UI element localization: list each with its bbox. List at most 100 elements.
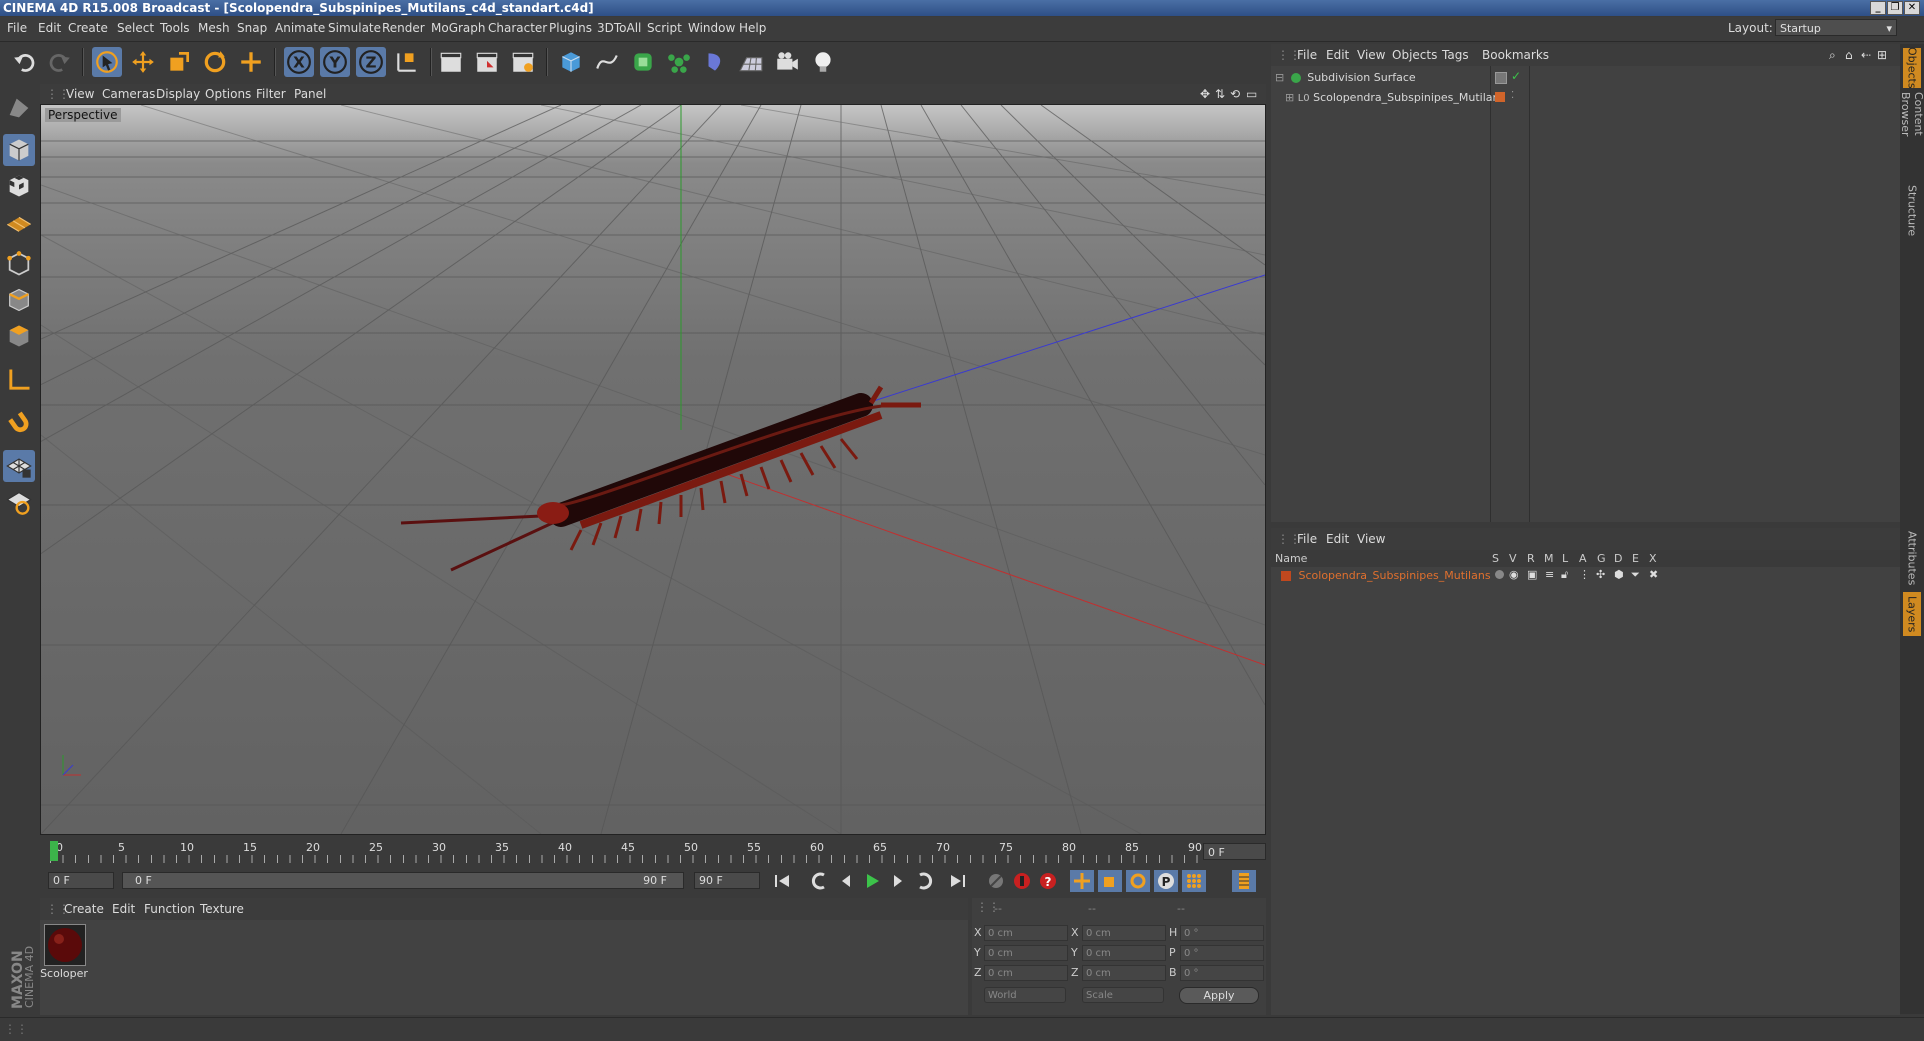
make-editable-button[interactable] bbox=[3, 92, 35, 124]
render-clapper-icon[interactable]: ▣ bbox=[1527, 568, 1537, 581]
menu-edit[interactable]: Edit bbox=[38, 21, 61, 35]
frame-range-slider[interactable]: 0 F 90 F bbox=[122, 872, 684, 889]
add-cube-button[interactable] bbox=[556, 47, 586, 77]
menu-script[interactable]: Script bbox=[647, 21, 682, 35]
scale-dropdown[interactable]: Scale bbox=[1082, 987, 1164, 1003]
playhead[interactable] bbox=[50, 841, 58, 861]
y-axis-button[interactable]: Y bbox=[320, 47, 350, 77]
pos-y-field[interactable]: 0 cm bbox=[984, 945, 1068, 961]
expression-icon[interactable]: ⏷ bbox=[1631, 568, 1640, 582]
start-frame-field[interactable]: 0 F bbox=[48, 872, 114, 889]
animation-icon[interactable]: ⋮ bbox=[1579, 568, 1590, 581]
om-menu-objects[interactable]: Objects bbox=[1392, 48, 1437, 62]
add-floor-button[interactable] bbox=[736, 47, 766, 77]
om-menu-edit[interactable]: Edit bbox=[1326, 48, 1349, 62]
material-menu-create[interactable]: Create bbox=[64, 902, 104, 916]
new-panel-icon[interactable]: ⊞ bbox=[1877, 48, 1887, 62]
key-position-button[interactable] bbox=[1070, 870, 1094, 892]
next-frame-button[interactable] bbox=[886, 870, 910, 892]
rot-p-field[interactable]: 0 ° bbox=[1180, 945, 1264, 961]
solo-dot-icon[interactable] bbox=[1495, 570, 1504, 579]
tree-item-scolopendra[interactable]: ⊞ L0 Scolopendra_Subspinipes_Mutilans bbox=[1285, 91, 1505, 104]
tree-item-subdivision-surface[interactable]: ⊟ Subdivision Surface bbox=[1275, 71, 1416, 84]
material-menu-edit[interactable]: Edit bbox=[112, 902, 135, 916]
go-to-end-button[interactable] bbox=[946, 870, 970, 892]
viewport-rotate-icon[interactable]: ⟲ bbox=[1230, 87, 1240, 101]
redo-button[interactable] bbox=[44, 47, 74, 77]
autokey-button[interactable]: ? bbox=[1036, 870, 1060, 892]
menu-tools[interactable]: Tools bbox=[160, 21, 190, 35]
rot-b-field[interactable]: 0 ° bbox=[1180, 965, 1264, 981]
eye-icon[interactable]: ◉ bbox=[1509, 568, 1519, 581]
viewport-menu-view[interactable]: View bbox=[66, 87, 94, 101]
deformer-icon[interactable]: ⬢ bbox=[1614, 568, 1624, 581]
play-button[interactable] bbox=[860, 870, 884, 892]
tab-structure[interactable]: Structure bbox=[1903, 185, 1921, 236]
layout-select[interactable]: Startup ▾ bbox=[1775, 19, 1897, 36]
viewport-menu-options[interactable]: Options bbox=[205, 87, 251, 101]
prev-key-button[interactable] bbox=[808, 870, 832, 892]
viewport-dolly-icon[interactable]: ⇅ bbox=[1215, 87, 1225, 101]
viewport-menu-cameras[interactable]: Cameras bbox=[102, 87, 155, 101]
back-icon[interactable]: ⇠ bbox=[1861, 48, 1871, 62]
visibility-dots-icon[interactable]: ⁚ bbox=[1511, 90, 1514, 101]
coordinate-system-button[interactable] bbox=[392, 47, 422, 77]
go-to-start-button[interactable] bbox=[770, 870, 794, 892]
minimize-button[interactable]: _ bbox=[1870, 1, 1886, 15]
menu-select[interactable]: Select bbox=[117, 21, 154, 35]
om-menu-view[interactable]: View bbox=[1357, 48, 1385, 62]
x-axis-button[interactable]: X bbox=[284, 47, 314, 77]
menu-simulate[interactable]: Simulate bbox=[328, 21, 381, 35]
menu-character[interactable]: Character bbox=[488, 21, 547, 35]
size-z-field[interactable]: 0 cm bbox=[1082, 965, 1166, 981]
restore-button[interactable]: ❐ bbox=[1887, 1, 1903, 15]
manager-icon[interactable]: ≡ bbox=[1545, 568, 1554, 581]
om-menu-bookmarks[interactable]: Bookmarks bbox=[1482, 48, 1549, 62]
prev-frame-button[interactable] bbox=[834, 870, 858, 892]
current-frame-field[interactable]: 0 F bbox=[1203, 843, 1266, 860]
enabled-check-icon[interactable]: ✓ bbox=[1511, 69, 1521, 83]
menu-mograph[interactable]: MoGraph bbox=[431, 21, 486, 35]
pos-x-field[interactable]: 0 cm bbox=[984, 925, 1068, 941]
live-selection-button[interactable] bbox=[92, 47, 122, 77]
locked-workplane-button[interactable] bbox=[3, 450, 35, 482]
transform-button[interactable] bbox=[236, 47, 266, 77]
workplane-button[interactable] bbox=[3, 206, 35, 238]
add-nurbs-button[interactable] bbox=[628, 47, 658, 77]
search-icon[interactable]: ⌕ bbox=[1829, 48, 1836, 63]
tab-layers[interactable]: Layers bbox=[1903, 592, 1921, 636]
tab-objects[interactable]: Objects bbox=[1903, 47, 1921, 89]
menu-snap[interactable]: Snap bbox=[237, 21, 267, 35]
world-dropdown[interactable]: World bbox=[984, 987, 1066, 1003]
tab-content-browser[interactable]: Content Browser bbox=[1899, 92, 1924, 172]
menu-create[interactable]: Create bbox=[68, 21, 108, 35]
snap-button[interactable] bbox=[3, 406, 35, 438]
xref-icon[interactable]: ✖ bbox=[1649, 568, 1658, 581]
tab-attributes[interactable]: Attributes bbox=[1903, 528, 1921, 588]
add-deformer-button[interactable] bbox=[700, 47, 730, 77]
key-scale-button[interactable] bbox=[1098, 870, 1122, 892]
key-rotation-button[interactable] bbox=[1126, 870, 1150, 892]
layer-row[interactable]: Scolopendra_Subspinipes_Mutilans bbox=[1281, 569, 1491, 582]
next-key-button[interactable] bbox=[912, 870, 936, 892]
planar-workplane-button[interactable] bbox=[3, 486, 35, 518]
apply-button[interactable]: Apply bbox=[1179, 987, 1259, 1004]
menu-render[interactable]: Render bbox=[382, 21, 425, 35]
size-x-field[interactable]: 0 cm bbox=[1082, 925, 1166, 941]
layer-color-tag[interactable] bbox=[1495, 92, 1505, 102]
pos-z-field[interactable]: 0 cm bbox=[984, 965, 1068, 981]
menu-animate[interactable]: Animate bbox=[275, 21, 325, 35]
om-menu-tags[interactable]: Tags bbox=[1442, 48, 1469, 62]
lm-menu-edit[interactable]: Edit bbox=[1326, 532, 1349, 546]
timeline-ruler[interactable]: 0 5 10 15 20 25 30 35 40 45 50 55 60 65 … bbox=[40, 837, 1266, 867]
close-button[interactable]: ✕ bbox=[1904, 1, 1920, 15]
model-mode-button[interactable] bbox=[3, 134, 35, 166]
record-active-button[interactable] bbox=[1010, 870, 1034, 892]
scale-button[interactable] bbox=[164, 47, 194, 77]
key-parameter-button[interactable]: P bbox=[1154, 870, 1178, 892]
undo-button[interactable] bbox=[10, 47, 40, 77]
viewport-menu-display[interactable]: Display bbox=[156, 87, 200, 101]
viewport-menu-panel[interactable]: Panel bbox=[294, 87, 326, 101]
add-array-button[interactable] bbox=[664, 47, 694, 77]
edges-mode-button[interactable] bbox=[3, 284, 35, 316]
